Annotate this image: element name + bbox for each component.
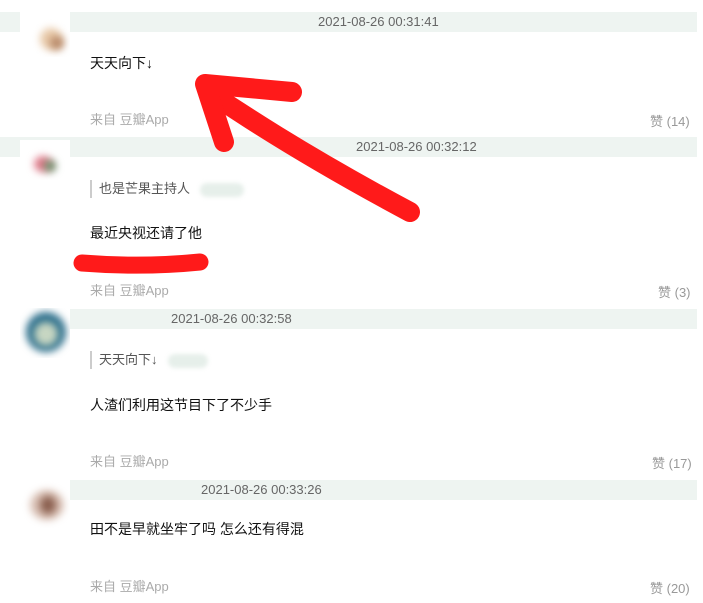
avatar[interactable] — [20, 480, 70, 528]
like-button[interactable]: 赞 (20) — [650, 578, 690, 597]
comment-item: 2021-08-26 00:33:26 田不是早就坐牢了吗 怎么还有得混 来自 … — [0, 0, 703, 603]
comment-header: 2021-08-26 00:33:26 — [68, 480, 697, 500]
comment-source[interactable]: 来自 豆瓣App — [90, 576, 169, 595]
comment-text: 田不是早就坐牢了吗 怎么还有得混 — [90, 521, 304, 537]
comment-timestamp: 2021-08-26 00:33:26 — [201, 482, 322, 497]
